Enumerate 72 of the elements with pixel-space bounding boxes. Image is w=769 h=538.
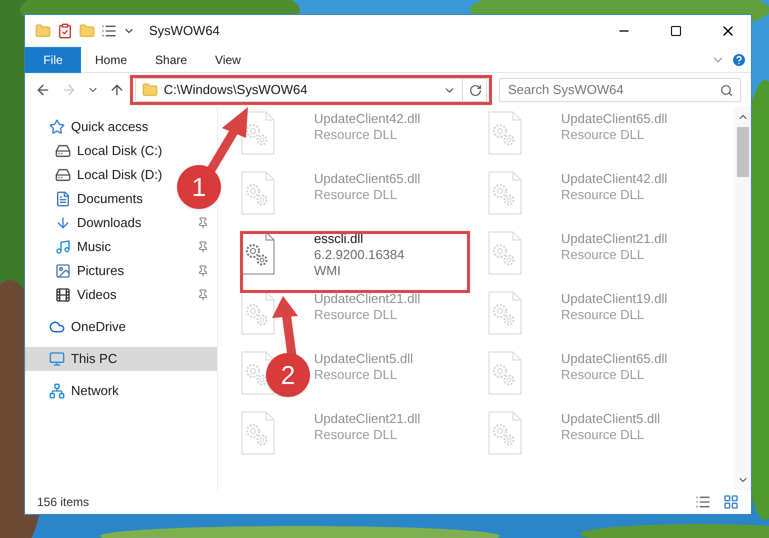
network-icon [49, 383, 65, 399]
file-detail: Resource DLL [561, 127, 646, 143]
search-field[interactable]: Search SysWOW64 [499, 78, 741, 102]
ribbon-tab[interactable]: Home [81, 46, 142, 72]
drive-icon [55, 167, 71, 183]
ribbon-tab[interactable]: View [201, 46, 255, 72]
back-icon[interactable] [35, 82, 51, 98]
sidebar-item[interactable]: Local Disk (C:) [55, 139, 162, 163]
search-icon[interactable] [720, 84, 733, 97]
large-icons-view-icon[interactable] [723, 494, 739, 510]
properties-icon[interactable] [57, 23, 73, 39]
file-gear-icon [240, 231, 276, 275]
file-gear-icon [487, 171, 523, 215]
sidebar-item[interactable]: OneDrive [49, 315, 126, 339]
file-tab[interactable]: File [25, 46, 81, 72]
file-detail: Resource DLL [314, 127, 398, 143]
drive-icon [55, 143, 71, 159]
image-icon [55, 263, 71, 279]
star-icon [49, 119, 65, 135]
sidebar-item[interactable]: Local Disk (D:) [55, 163, 162, 187]
document-icon [55, 191, 71, 207]
maximize-icon[interactable] [670, 25, 682, 37]
file-detail: Resource DLL [314, 367, 398, 383]
file-detail: Resource DLL [561, 307, 646, 323]
sidebar-item[interactable]: Documents [55, 187, 143, 211]
help-icon[interactable] [731, 52, 747, 68]
refresh-icon[interactable] [469, 84, 482, 96]
pin-icon[interactable] [197, 217, 209, 229]
pin-icon[interactable] [197, 289, 209, 301]
file-detail: Resource DLL [561, 247, 646, 263]
folder-icon [142, 82, 158, 98]
file-detail: WMI [314, 263, 342, 279]
file-gear-icon [487, 291, 523, 335]
file-gear-icon [240, 291, 276, 335]
download-icon [55, 215, 71, 231]
address-path: C:\Windows\SysWOW64 [164, 81, 308, 100]
list-icon[interactable] [101, 23, 117, 39]
scrollbar[interactable] [734, 107, 751, 490]
cloud-icon [49, 319, 65, 335]
file-detail: Resource DLL [561, 187, 646, 203]
file-detail: 6.2.9200.16384 [314, 247, 404, 263]
music-note-icon [55, 239, 71, 255]
file-detail: Resource DLL [314, 187, 398, 203]
film-icon [55, 287, 71, 303]
sidebar-item[interactable]: Quick access [49, 115, 148, 139]
sidebar-item[interactable]: This PC [49, 347, 118, 371]
sidebar-item[interactable]: Network [49, 379, 119, 403]
address-bar[interactable]: C:\Windows\SysWOW64 [134, 78, 487, 102]
file-name[interactable]: esscli.dll [314, 231, 404, 247]
file-detail: Resource DLL [314, 427, 398, 443]
file-detail: Resource DLL [314, 307, 398, 323]
sidebar-item[interactable]: Videos [55, 283, 117, 307]
up-icon[interactable] [108, 82, 125, 98]
sidebar-item[interactable]: Pictures [55, 259, 124, 283]
file-gear-icon [487, 231, 523, 275]
details-view-icon[interactable] [695, 494, 711, 510]
window-title: SysWOW64 [149, 22, 220, 40]
ribbon-tab[interactable]: Share [141, 46, 202, 72]
file-detail: Resource DLL [561, 367, 646, 383]
sidebar-item[interactable]: Downloads [55, 211, 142, 235]
item-count: 156 items [37, 494, 90, 511]
file-gear-icon [240, 411, 276, 455]
pin-icon[interactable] [197, 241, 209, 253]
file-gear-icon [487, 111, 523, 155]
file-gear-icon [487, 411, 523, 455]
file-detail: Resource DLL [561, 427, 646, 443]
monitor-icon [49, 351, 65, 367]
pin-icon[interactable] [197, 265, 209, 277]
file-gear-icon [487, 351, 523, 395]
scroll-thumb[interactable] [736, 127, 748, 177]
file-gear-icon [240, 171, 276, 215]
sidebar-item[interactable]: Music [55, 235, 111, 259]
